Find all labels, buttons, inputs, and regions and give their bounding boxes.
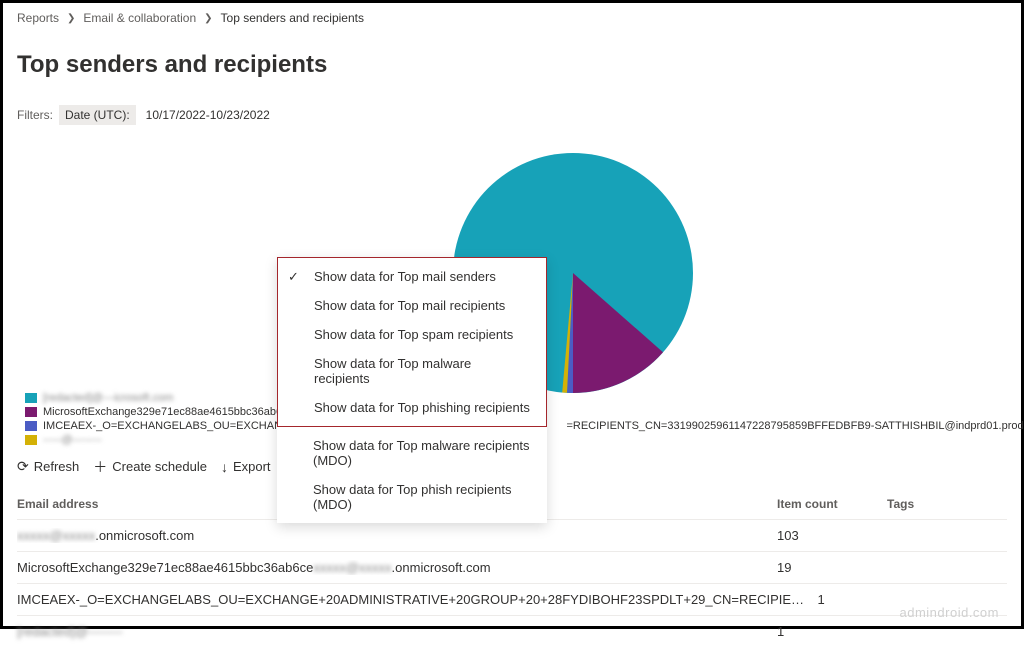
breadcrumb-root[interactable]: Reports (17, 11, 59, 25)
cell-tags (887, 528, 1007, 543)
chevron-right-icon: ❯ (67, 13, 75, 24)
cell-count: 19 (777, 560, 887, 575)
dropdown-item-label: Show data for Top malware recipients (314, 356, 471, 386)
dropdown-item-top-malware-mdo[interactable]: Show data for Top malware recipients (MD… (277, 431, 547, 475)
dropdown-item-label: Show data for Top malware recipients (MD… (313, 438, 530, 468)
cell-email: MicrosoftExchange329e71ec88ae4615bbc36ab… (17, 560, 777, 575)
create-schedule-label: Create schedule (112, 459, 207, 474)
filter-date-label[interactable]: Date (UTC): (59, 105, 136, 125)
table-row[interactable]: IMCEAEX-_O=EXCHANGELABS_OU=EXCHANGE+20AD… (17, 584, 1007, 616)
cell-email: [redacted]@-------- (17, 624, 777, 639)
table-row[interactable]: [redacted]@-------- 1 (17, 616, 1007, 647)
cell-count: 1 (817, 592, 908, 607)
breadcrumb-leaf: Top senders and recipients (221, 11, 364, 25)
breadcrumb: Reports ❯ Email & collaboration ❯ Top se… (3, 3, 1021, 33)
refresh-button[interactable]: ⟳ Refresh (17, 458, 79, 475)
dropdown-item-label: Show data for Top phishing recipients (314, 400, 530, 415)
col-header-count[interactable]: Item count (777, 497, 887, 511)
legend-label-overflow: =RECIPIENTS_CN=33199025961147228795859BF… (566, 419, 1024, 433)
cell-tags (887, 560, 1007, 575)
legend-label: IMCEAEX-_O=EXCHANGELABS_OU=EXCHANGE+2 (43, 419, 310, 433)
refresh-label: Refresh (34, 459, 80, 474)
dropdown-item-label: Show data for Top phish recipients (MDO) (313, 482, 512, 512)
cell-count: 1 (777, 624, 887, 639)
refresh-icon: ⟳ (17, 458, 29, 475)
legend-label: -----@-------- (43, 433, 102, 447)
cell-email: IMCEAEX-_O=EXCHANGELABS_OU=EXCHANGE+20AD… (17, 592, 817, 607)
dropdown-highlight-group: ✓ Show data for Top mail senders Show da… (277, 257, 547, 427)
dropdown-item-top-phish-mdo[interactable]: Show data for Top phish recipients (MDO) (277, 475, 547, 519)
filters-label: Filters: (17, 108, 53, 122)
dropdown-item-top-mail-senders[interactable]: ✓ Show data for Top mail senders (278, 262, 546, 291)
dropdown-item-label: Show data for Top mail senders (314, 269, 496, 284)
legend-swatch (25, 407, 37, 417)
table-row[interactable]: MicrosoftExchange329e71ec88ae4615bbc36ab… (17, 552, 1007, 584)
show-data-dropdown-menu[interactable]: ✓ Show data for Top mail senders Show da… (277, 257, 547, 523)
create-schedule-button[interactable]: ＋ Create schedule (93, 457, 207, 477)
legend-label: MicrosoftExchange329e71ec88ae4615bbc36ab… (43, 405, 294, 419)
dropdown-item-top-spam-recipients[interactable]: Show data for Top spam recipients (278, 320, 546, 349)
export-label: Export (233, 459, 271, 474)
legend-swatch (25, 435, 37, 445)
watermark: admindroid.com (900, 605, 1000, 620)
dropdown-item-label: Show data for Top mail recipients (314, 298, 505, 313)
cell-email: xxxxx@xxxxx.onmicrosoft.com (17, 528, 777, 543)
breadcrumb-mid[interactable]: Email & collaboration (83, 11, 196, 25)
table-row[interactable]: xxxxx@xxxxx.onmicrosoft.com 103 (17, 520, 1007, 552)
legend-swatch (25, 421, 37, 431)
export-button[interactable]: ↓ Export (221, 459, 271, 475)
filters-bar: Filters: Date (UTC): 10/17/2022-10/23/20… (3, 85, 1021, 135)
dropdown-item-top-phishing-recipients[interactable]: Show data for Top phishing recipients (278, 393, 546, 422)
dropdown-item-top-mail-recipients[interactable]: Show data for Top mail recipients (278, 291, 546, 320)
legend-label: [redacted]@---icrosoft.com (43, 391, 173, 405)
check-icon: ✓ (288, 269, 299, 285)
chevron-right-icon: ❯ (204, 13, 212, 24)
dropdown-item-top-malware-recipients[interactable]: Show data for Top malware recipients (278, 349, 546, 393)
cell-tags (887, 624, 1007, 639)
filter-date-value[interactable]: 10/17/2022-10/23/2022 (142, 105, 274, 125)
legend-swatch (25, 393, 37, 403)
plus-icon: ＋ (93, 457, 107, 477)
col-header-tags[interactable]: Tags (887, 497, 1007, 511)
cell-count: 103 (777, 528, 887, 543)
dropdown-extra-group: Show data for Top malware recipients (MD… (277, 427, 547, 523)
download-icon: ↓ (221, 459, 228, 475)
page-title: Top senders and recipients (3, 33, 1021, 85)
dropdown-item-label: Show data for Top spam recipients (314, 327, 513, 342)
